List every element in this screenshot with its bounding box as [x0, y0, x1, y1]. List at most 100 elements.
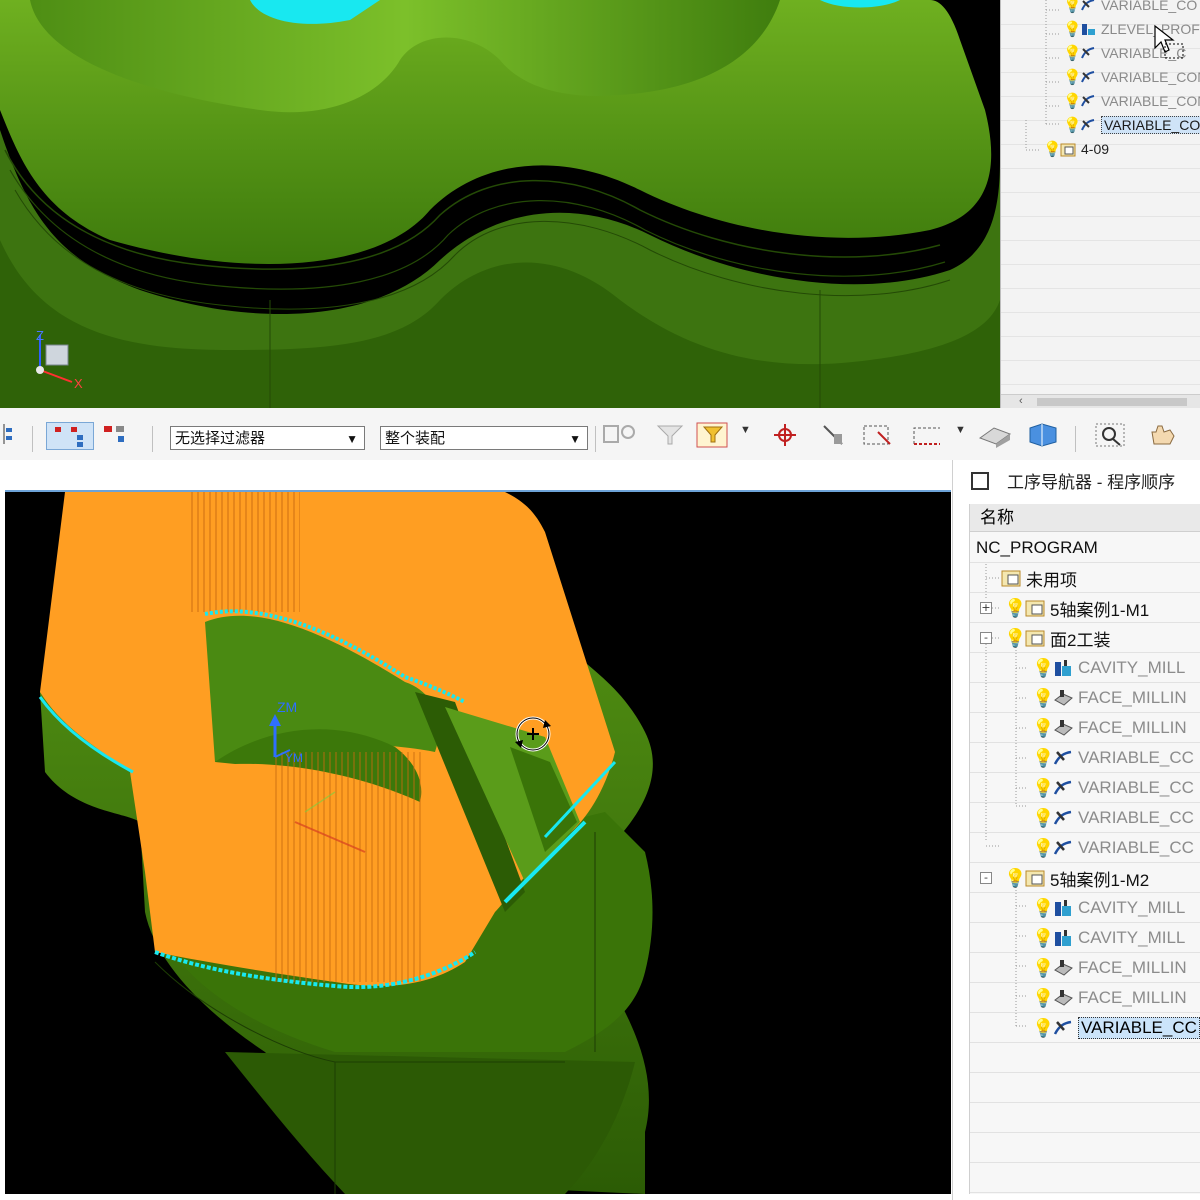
tree-op-variable-contour[interactable]: 💡 VARIABLE_CC [1032, 835, 1194, 861]
select-hierarchy-icon[interactable] [46, 422, 94, 450]
top-nav-item[interactable]: 💡 VARIABLE_CON [1063, 66, 1200, 88]
status-bulb-icon: 💡 [1032, 747, 1055, 768]
cavity-mill-icon [1055, 900, 1071, 916]
status-bulb-icon: 💡 [1063, 117, 1082, 134]
toolbar-separator [152, 426, 153, 452]
filter-funnel-icon[interactable] [654, 422, 688, 448]
toolbar-separator [595, 426, 596, 452]
status-bulb-icon: 💡 [1032, 1017, 1055, 1038]
variable-contour-icon [1053, 810, 1072, 825]
dropdown-arrow-icon[interactable]: ▼ [955, 424, 966, 436]
select-structure-icon[interactable] [100, 422, 134, 448]
collapse-toggle[interactable]: - [980, 632, 992, 644]
variable-contour-icon [1081, 47, 1095, 59]
status-bulb-icon: 💡 [1032, 837, 1055, 858]
top-graphics-window[interactable]: Z X [0, 0, 1000, 408]
tree-op-variable-contour[interactable]: 💡 VARIABLE_CC [1032, 775, 1194, 801]
tree-group-m2[interactable]: 💡 5轴案例1-M2 [1004, 865, 1149, 891]
tree-op-variable-contour[interactable]: 💡 VARIABLE_CC [1032, 805, 1194, 831]
collapse-toggle[interactable]: - [980, 872, 992, 884]
status-bulb-icon: 💡 [1032, 897, 1055, 918]
variable-contour-icon [1081, 71, 1095, 83]
tree-op-cavity-mill[interactable]: 💡 CAVITY_MILL [1032, 655, 1185, 681]
cube-view-icon[interactable] [1024, 422, 1060, 448]
status-bulb-icon: 💡 [1032, 657, 1055, 678]
selection-toolbar: 无选择过滤器 ▼ 整个装配 ▼ ▼ ▼ [0, 408, 1200, 461]
navigator-title: 工序导航器 - 程序顺序 [1007, 473, 1176, 492]
top-nav-item-selected[interactable]: 💡 VARIABLE_CON [1063, 114, 1200, 136]
pan-hand-icon[interactable] [1144, 422, 1184, 448]
dropdown-arrow-icon[interactable]: ▼ [740, 424, 751, 436]
status-bulb-icon: 💡 [1004, 627, 1027, 648]
status-bulb-icon: 💡 [1032, 687, 1055, 708]
green-part-model-top: Z X [0, 0, 1000, 408]
funnel-highlight-icon[interactable] [696, 422, 730, 448]
scroll-left-icon[interactable]: ‹ [1019, 395, 1023, 407]
navigator-title-bar: 工序导航器 - 程序顺序 [971, 468, 1175, 493]
tree-op-face-milling[interactable]: 💡 FACE_MILLIN [1032, 715, 1187, 741]
general-filter-icon[interactable] [602, 422, 638, 448]
face-milling-icon [1054, 690, 1073, 706]
tree-group-face2-fixture[interactable]: 💡 面2工装 [1004, 625, 1110, 651]
tree-op-face-milling[interactable]: 💡 FACE_MILLIN [1032, 985, 1187, 1011]
status-bulb-icon: 💡 [1032, 957, 1055, 978]
toolbar-separator [1075, 426, 1076, 452]
status-bulb-icon: 💡 [1032, 987, 1055, 1008]
tree-group-unused[interactable]: 未用项 [1000, 565, 1077, 591]
tree-op-variable-contour[interactable]: 💡 VARIABLE_CC [1032, 745, 1194, 771]
tree-root-nc-program[interactable]: NC_PROGRAM [976, 535, 1098, 561]
face-milling-icon [1054, 960, 1073, 976]
triad-z-label: Z [36, 328, 44, 343]
variable-contour-icon [1053, 840, 1072, 855]
operation-navigator-panel: 工序导航器 - 程序顺序 名称 NC_PROGRAM 未用项 + 💡 5轴案例1… [952, 460, 1200, 1200]
dropdown-arrow-icon: ▼ [569, 432, 581, 446]
toolpath-model-view: ZM YM [5, 492, 951, 1194]
drag-cursor-icon [1154, 24, 1184, 59]
variable-contour-icon [1053, 780, 1072, 795]
tree-op-variable-contour-selected[interactable]: 💡 VARIABLE_CC [1032, 1015, 1200, 1041]
rectangle-select-icon[interactable] [910, 422, 946, 448]
tree-op-cavity-mill[interactable]: 💡 CAVITY_MILL [1032, 895, 1185, 921]
top-nav-item[interactable]: 💡 VARIABLE_CON [1063, 90, 1200, 112]
status-bulb-icon: 💡 [1032, 717, 1055, 738]
tree-op-face-milling[interactable]: 💡 FACE_MILLIN [1032, 955, 1187, 981]
tree-op-cavity-mill[interactable]: 💡 CAVITY_MILL [1032, 925, 1185, 951]
scrollbar-thumb[interactable] [1037, 398, 1187, 406]
select-box-icon[interactable] [860, 422, 896, 448]
snap-point-icon[interactable] [772, 422, 798, 448]
status-bulb-icon: 💡 [1004, 597, 1027, 618]
program-group-icon [1001, 570, 1021, 587]
variable-contour-icon [1053, 1020, 1072, 1035]
status-bulb-icon: 💡 [1063, 0, 1082, 14]
status-bulb-icon: 💡 [1063, 21, 1082, 38]
program-group-icon [1060, 143, 1076, 157]
top-nav-item[interactable]: 💡 VARIABLE_CO [1063, 0, 1197, 16]
expand-toggle[interactable]: + [980, 602, 992, 614]
cavity-mill-icon [1055, 660, 1071, 676]
wcs-ym-label: YM [285, 751, 303, 765]
graphics-window[interactable]: ZM YM [5, 490, 951, 1194]
status-bulb-icon: 💡 [1032, 777, 1055, 798]
status-bulb-icon: 💡 [1032, 807, 1055, 828]
intersection-icon[interactable] [820, 422, 846, 448]
status-bulb-icon: 💡 [1063, 93, 1082, 110]
program-group-icon [1025, 630, 1045, 647]
tree-op-face-milling[interactable]: 💡 FACE_MILLIN [1032, 685, 1187, 711]
navigator-tree: 名称 NC_PROGRAM 未用项 + 💡 5轴案例1-M1 - 💡 面2工装 … [969, 504, 1200, 1194]
graphics-window-frame: ZM YM [0, 460, 952, 1200]
selection-scope-dropdown[interactable]: 整个装配 ▼ [380, 426, 588, 450]
type-filter-dropdown[interactable]: 无选择过滤器 ▼ [170, 426, 365, 450]
tree-view-icon[interactable] [2, 422, 28, 448]
zoom-icon[interactable] [1094, 422, 1130, 448]
program-group-icon [1025, 870, 1045, 887]
program-group-icon [1025, 600, 1045, 617]
wcs-zm-label: ZM [277, 699, 297, 715]
variable-contour-icon [1053, 750, 1072, 765]
variable-contour-icon [1081, 0, 1095, 11]
status-bulb-icon: 💡 [1063, 69, 1082, 86]
tree-group-m1[interactable]: 💡 5轴案例1-M1 [1004, 595, 1149, 621]
horizontal-scrollbar[interactable]: ‹ [1001, 394, 1200, 408]
shaded-view-icon[interactable] [976, 422, 1014, 448]
panel-restore-icon[interactable] [971, 471, 989, 490]
top-nav-group-4-09[interactable]: 💡 4-09 [1043, 138, 1109, 160]
